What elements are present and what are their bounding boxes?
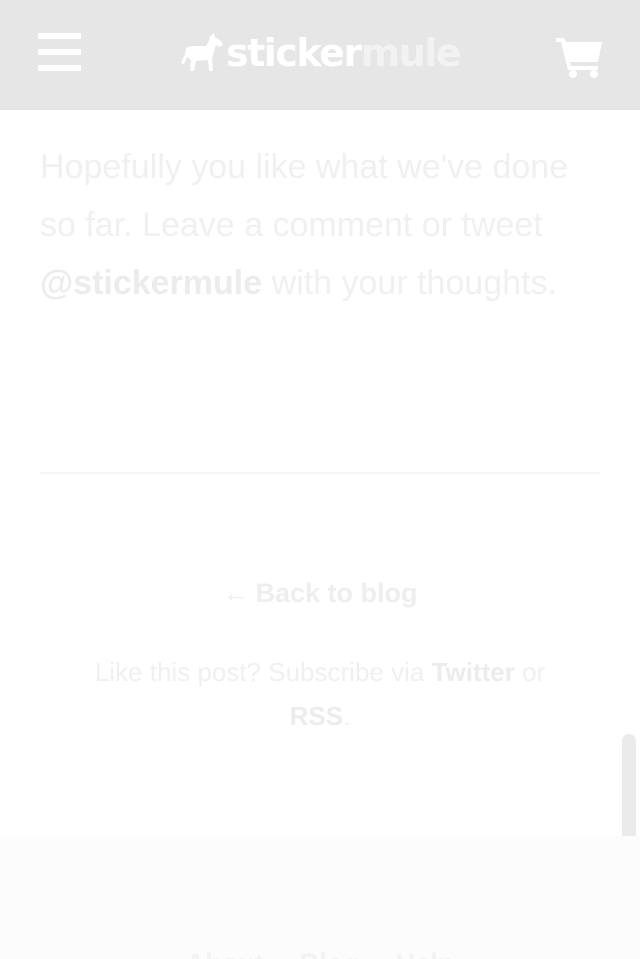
hamburger-menu-icon[interactable]	[38, 33, 82, 73]
subscribe-period: .	[343, 701, 351, 731]
logo[interactable]: stickermule	[180, 30, 462, 76]
rss-link[interactable]: RSS	[290, 701, 343, 731]
back-to-blog-link[interactable]: ← Back to blog	[0, 574, 640, 612]
shopping-cart-icon[interactable]	[556, 34, 604, 78]
logo-text: stickermule	[226, 31, 462, 75]
section-divider	[40, 472, 600, 474]
footer-link-blog[interactable]: Blog	[300, 948, 360, 959]
mule-logo-icon	[181, 33, 223, 71]
left-arrow-icon: ←	[222, 578, 250, 608]
footer-nav: About Blog Help	[0, 948, 640, 959]
subscribe-or: or	[514, 657, 546, 687]
footer: About Blog Help	[0, 836, 640, 959]
subscribe-prefix: Like this post? Subscribe via	[94, 657, 432, 687]
footer-link-help[interactable]: Help	[396, 948, 455, 959]
footer-link-about[interactable]: About	[186, 948, 264, 959]
back-to-blog-label: Back to blog	[255, 578, 418, 608]
article-text-part2: with your thoughts.	[262, 264, 557, 302]
page: stickermule Hopefully you like what we'v…	[0, 0, 640, 959]
article-text-part1: Hopefully you like what we've done so fa…	[40, 148, 569, 244]
twitter-handle-link[interactable]: @stickermule	[40, 264, 262, 302]
top-navbar: stickermule	[0, 0, 640, 110]
article-closing-paragraph: Hopefully you like what we've done so fa…	[40, 138, 600, 312]
twitter-link[interactable]: Twitter	[432, 657, 515, 687]
subscribe-text: Like this post? Subscribe via Twitter or…	[60, 650, 580, 738]
